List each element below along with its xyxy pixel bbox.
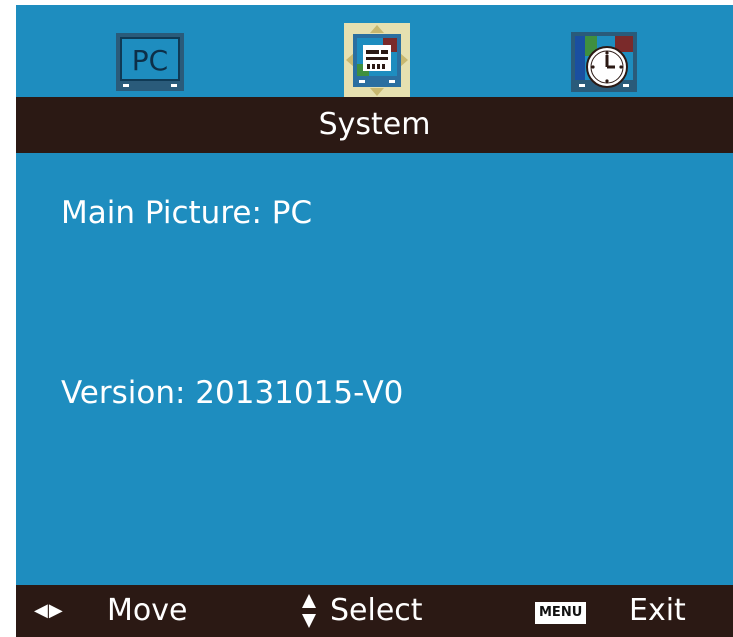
exit-hint-label: Exit	[629, 593, 686, 628]
tab-pc-label: PC	[132, 44, 168, 77]
tab-time[interactable]	[571, 32, 637, 92]
move-hint-label: Move	[107, 593, 188, 628]
top-tab-strip: PC	[16, 5, 733, 98]
system-settings-icon	[344, 23, 410, 98]
footer-help-bar: ◀▶ Move Select MENU Exit	[16, 585, 733, 637]
left-right-arrows-icon: ◀▶	[34, 600, 64, 621]
osd-menu: PC System Main Picture: PC Version: 2013…	[16, 5, 733, 637]
tab-system[interactable]	[344, 23, 410, 98]
clock-icon	[571, 32, 637, 92]
menu-key-badge: MENU	[535, 602, 587, 624]
up-down-arrows-icon	[302, 594, 316, 628]
select-hint-label: Select	[330, 593, 423, 628]
tab-pc[interactable]: PC	[115, 32, 185, 92]
main-picture-info: Main Picture: PC	[61, 195, 313, 231]
menu-title: System	[16, 97, 733, 153]
version-info: Version: 20131015-V0	[61, 375, 404, 411]
pc-monitor-icon: PC	[116, 33, 184, 91]
